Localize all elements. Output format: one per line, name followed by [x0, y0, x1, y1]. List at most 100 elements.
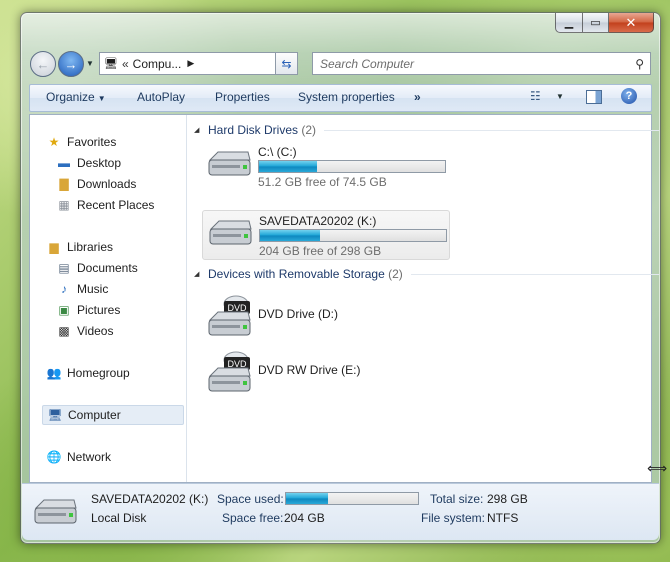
minimize-icon: ▁: [564, 17, 574, 29]
nav-pictures[interactable]: ▣ Pictures: [56, 303, 120, 317]
network-icon: 🌐: [46, 450, 62, 464]
nav-documents-label: Documents: [77, 261, 138, 275]
dvd-rw-drive-icon: DVD: [208, 351, 251, 392]
content-area: ★ Favorites ▬ Desktop ▇ Downloads ▦ Recent P…: [29, 114, 660, 483]
dvd-drive-icon: DVD: [208, 295, 251, 336]
navigation-bar: ← → ▼ 🖥 « Compu... ▶ ⇆ Search Computer ⚲: [29, 50, 652, 78]
drive-item-selected[interactable]: SAVEDATA20202 (K:) 204 GB free of 298 GB: [202, 210, 450, 260]
nav-music-label: Music: [77, 282, 109, 296]
nav-recent-places-label: Recent Places: [77, 198, 155, 212]
nav-computer[interactable]: 🖥 Computer: [42, 405, 184, 425]
preview-pane-icon[interactable]: [586, 90, 602, 104]
drive-name: DVD RW Drive (E:): [258, 363, 361, 377]
nav-favorites-label: Favorites: [67, 135, 117, 149]
view-options-dropdown-icon[interactable]: ▼: [556, 92, 564, 101]
nav-favorites[interactable]: ★ Favorites: [46, 135, 117, 149]
forward-button[interactable]: →: [58, 51, 84, 77]
drive-usage-fill: [260, 230, 320, 241]
search-input[interactable]: Search Computer: [320, 57, 414, 71]
space-free-label: Space free:: [222, 511, 284, 525]
star-icon: ★: [48, 135, 60, 149]
nav-documents[interactable]: ▤ Documents: [56, 261, 138, 275]
downloads-folder-icon: ▇: [59, 177, 69, 191]
forward-arrow-icon: →: [64, 56, 78, 72]
removable-drive-item[interactable]: DVD DVD RW Drive (E:): [202, 346, 450, 396]
details-drive-type: Local Disk: [91, 511, 147, 525]
back-arrow-icon: ←: [36, 56, 50, 72]
help-icon[interactable]: ?: [621, 88, 637, 104]
drive-usage-fill: [259, 161, 317, 172]
nav-homegroup-label: Homegroup: [67, 366, 130, 380]
maximize-icon: ▭: [590, 17, 601, 29]
space-free-value: 204 GB: [284, 511, 325, 525]
collapse-icon[interactable]: ◢: [194, 270, 199, 278]
group-removable-title: Devices with Removable Storage: [208, 267, 385, 281]
music-icon: ♪: [61, 282, 67, 296]
nav-libraries-label: Libraries: [67, 240, 114, 254]
system-properties-button[interactable]: System properties: [298, 90, 395, 104]
nav-desktop[interactable]: ▬ Desktop: [56, 156, 121, 170]
computer-icon: 🖥: [104, 58, 118, 70]
properties-button[interactable]: Properties: [215, 90, 270, 104]
refresh-button[interactable]: ⇆: [275, 52, 298, 75]
address-chevron[interactable]: «: [122, 57, 129, 71]
drive-free-space: 51.2 GB free of 74.5 GB: [258, 175, 387, 189]
breadcrumb-arrow-icon[interactable]: ▶: [187, 58, 194, 69]
details-pane: SAVEDATA20202 (K:) Local Disk Space used…: [22, 483, 659, 540]
homegroup-icon: 👥: [46, 366, 62, 380]
explorer-window: ▁ ▭ ✕ ← → ▼ 🖥 « Compu... ▶ ⇆ Search Comp…: [20, 12, 661, 544]
nav-network-label: Network: [67, 450, 112, 464]
pictures-icon: ▣: [58, 303, 70, 317]
command-bar: Organize ▼ AutoPlay Properties System pro…: [29, 84, 652, 112]
nav-pictures-label: Pictures: [77, 303, 121, 317]
breadcrumb-computer[interactable]: Compu...: [133, 57, 182, 71]
group-removable-count: (2): [388, 267, 403, 281]
refresh-icon: ⇆: [281, 56, 292, 71]
autoplay-button[interactable]: AutoPlay: [137, 90, 185, 104]
nav-network[interactable]: 🌐 Network: [46, 450, 112, 464]
back-button[interactable]: ←: [30, 51, 56, 77]
documents-icon: ▤: [58, 261, 70, 275]
group-hdd-title: Hard Disk Drives: [208, 123, 299, 137]
nav-downloads[interactable]: ▇ Downloads: [56, 177, 136, 191]
recent-pages-dropdown-icon[interactable]: ▼: [86, 59, 94, 68]
file-system-value: NTFS: [487, 511, 519, 525]
navigation-pane: ★ Favorites ▬ Desktop ▇ Downloads ▦ Recent P…: [30, 115, 187, 482]
minimize-button[interactable]: ▁: [555, 13, 583, 33]
drive-free-space: 204 GB free of 298 GB: [259, 244, 382, 258]
computer-icon: 🖥: [47, 408, 63, 422]
group-removable-storage[interactable]: ◢ Devices with Removable Storage (2): [194, 267, 659, 281]
nav-videos[interactable]: ▩ Videos: [56, 324, 113, 338]
space-used-fill: [286, 493, 329, 504]
collapse-icon[interactable]: ◢: [194, 126, 199, 134]
maximize-button[interactable]: ▭: [583, 13, 609, 33]
search-box[interactable]: Search Computer ⚲: [312, 52, 651, 75]
change-view-icon[interactable]: ☷: [530, 89, 541, 103]
nav-computer-label: Computer: [68, 408, 121, 422]
organize-button[interactable]: Organize ▼: [46, 90, 106, 104]
group-hard-disk-drives[interactable]: ◢ Hard Disk Drives (2): [194, 123, 660, 137]
total-size-value: 298 GB: [487, 492, 528, 506]
space-used-bar: [285, 492, 419, 505]
group-hdd-count: (2): [301, 123, 317, 137]
resize-cursor-icon: ⟺: [647, 460, 668, 476]
nav-libraries[interactable]: ▆ Libraries: [46, 240, 113, 254]
drive-item[interactable]: C:\ (C:) 51.2 GB free of 74.5 GB: [202, 142, 450, 192]
nav-music[interactable]: ♪ Music: [56, 282, 108, 296]
hard-drive-icon: [208, 151, 251, 176]
close-icon: ✕: [625, 14, 637, 30]
nav-homegroup[interactable]: 👥 Homegroup: [46, 366, 130, 380]
removable-drive-item[interactable]: DVD DVD Drive (D:): [202, 290, 450, 340]
group-divider: [324, 129, 660, 131]
drive-name: C:\ (C:): [258, 145, 297, 159]
nav-recent-places[interactable]: ▦ Recent Places: [56, 198, 154, 212]
videos-icon: ▩: [58, 324, 70, 338]
caption-buttons: ▁ ▭ ✕: [555, 13, 654, 33]
close-button[interactable]: ✕: [609, 13, 654, 33]
address-bar[interactable]: 🖥 « Compu... ▶: [99, 52, 296, 75]
drive-name: SAVEDATA20202 (K:): [259, 214, 377, 228]
search-icon[interactable]: ⚲: [635, 57, 644, 71]
more-commands-button[interactable]: »: [414, 90, 421, 104]
nav-downloads-label: Downloads: [77, 177, 137, 191]
drive-usage-bar: [258, 160, 446, 173]
